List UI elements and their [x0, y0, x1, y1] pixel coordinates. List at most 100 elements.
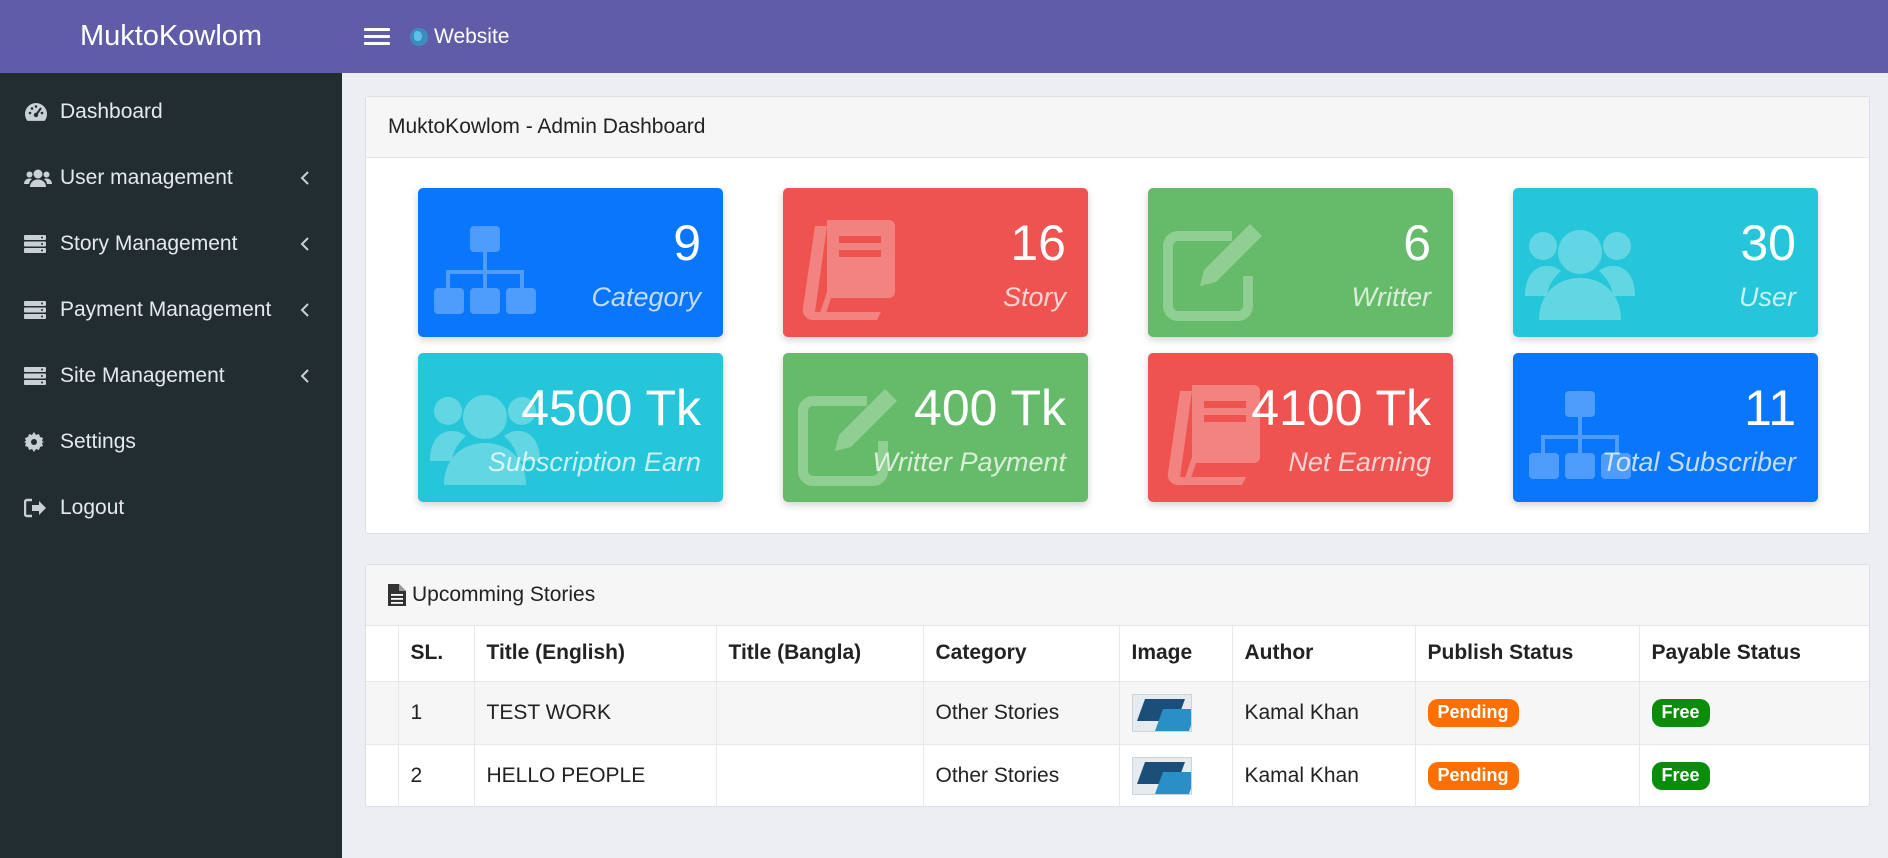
column-header[interactable]: Category — [923, 626, 1120, 681]
website-label: Website — [434, 24, 510, 48]
sidebar-item-label: Site Management — [60, 364, 225, 387]
stat-label: Subscription Earn — [487, 447, 701, 477]
stat-label: Category — [591, 282, 701, 312]
table-header-spacer — [366, 626, 399, 681]
menu-toggle-icon[interactable] — [364, 25, 390, 49]
file-text-icon — [388, 584, 406, 606]
stat-label: Total Subscriber — [1601, 447, 1796, 477]
column-header[interactable]: Payable Status — [1639, 626, 1869, 681]
cell-publish-status: Pending — [1415, 680, 1640, 744]
publish-status-badge: Pending — [1427, 698, 1519, 727]
sidebar-item-payment-management[interactable]: Payment Management — [0, 277, 342, 343]
chevron-left-icon — [298, 298, 312, 322]
stat-value: 4100 Tk — [1251, 380, 1431, 436]
server-icon — [24, 232, 56, 256]
sidebar-item-dashboard[interactable]: Dashboard — [0, 79, 342, 145]
stat-box-story[interactable]: 16 Story — [783, 188, 1088, 337]
table-row[interactable]: 1 TEST WORK Other Stories Kamal Khan Pen… — [366, 680, 1869, 744]
column-header[interactable]: Image — [1119, 626, 1233, 681]
table-row[interactable]: 2 HELLO PEOPLE Other Stories Kamal Khan … — [366, 743, 1869, 807]
table-header-row: SL. Title (English) Title (Bangla) Categ… — [366, 626, 1869, 681]
cell-payable-status: Free — [1639, 680, 1869, 744]
column-header[interactable]: Author — [1232, 626, 1416, 681]
stat-box-net-earning[interactable]: 4100 Tk Net Earning — [1148, 353, 1453, 502]
stat-label: User — [1738, 282, 1796, 312]
chevron-left-icon — [298, 232, 312, 256]
edit-icon — [1163, 224, 1262, 321]
stat-box-category[interactable]: 9 Category — [418, 188, 723, 337]
stat-label: Writter — [1351, 282, 1431, 312]
sign-out-icon — [24, 496, 56, 520]
users-icon — [1525, 230, 1635, 320]
cell-author: Kamal Khan — [1232, 680, 1416, 744]
sidebar-item-user-management[interactable]: User management — [0, 145, 342, 211]
cell-payable-status: Free — [1639, 743, 1869, 807]
top-navbar: Website — [342, 0, 1888, 73]
stat-box-total-subscriber[interactable]: 11 Total Subscriber — [1513, 353, 1818, 502]
sidebar-nav: Dashboard User management Story Manageme… — [0, 79, 342, 541]
users-icon — [24, 166, 56, 190]
cell-category: Other Stories — [923, 743, 1120, 807]
sidebar-item-site-management[interactable]: Site Management — [0, 343, 342, 409]
stat-value: 6 — [1403, 215, 1431, 271]
story-thumbnail[interactable] — [1131, 693, 1192, 732]
stat-label: Net Earning — [1288, 447, 1431, 477]
sidebar-item-story-management[interactable]: Story Management — [0, 211, 342, 277]
brand-logo[interactable]: MuktoKowlom — [0, 0, 342, 73]
column-header[interactable]: Title (Bangla) — [716, 626, 924, 681]
cell-sl: 1 — [398, 680, 475, 744]
sidebar-item-logout[interactable]: Logout — [0, 475, 342, 541]
cell-title-english: HELLO PEOPLE — [474, 743, 717, 807]
payable-status-badge: Free — [1651, 761, 1710, 790]
gear-icon — [24, 430, 56, 454]
sidebar-item-label: Story Management — [60, 232, 238, 255]
cell-title-english: TEST WORK — [474, 680, 717, 744]
stat-box-writter-payment[interactable]: 400 Tk Writter Payment — [783, 353, 1088, 502]
cell-image — [1119, 680, 1233, 744]
stat-box-user[interactable]: 30 User — [1513, 188, 1818, 337]
server-icon — [24, 364, 56, 388]
stat-label: Story — [1002, 282, 1066, 312]
sidebar-item-label: Settings — [60, 430, 136, 453]
website-link[interactable]: Website — [410, 25, 509, 49]
cell-image — [1119, 743, 1233, 807]
sidebar-item-label: Dashboard — [60, 100, 163, 123]
dashboard-card: MuktoKowlom - Admin Dashboard 9 Category… — [365, 96, 1870, 534]
sidebar-item-label: Payment Management — [60, 298, 272, 321]
cell-title-bangla — [716, 680, 924, 744]
stat-value: 9 — [673, 215, 701, 271]
row-spacer — [366, 743, 399, 807]
dashboard-title: MuktoKowlom - Admin Dashboard — [366, 97, 1869, 158]
stats-grid: 9 Category 16 Story 6 Writter 30 User 45… — [366, 158, 1869, 502]
stat-value: 11 — [1744, 380, 1796, 436]
column-header[interactable]: SL. — [398, 626, 475, 681]
stat-label: Writter Payment — [872, 447, 1066, 477]
book-icon — [802, 220, 895, 321]
upcoming-stories-card: Upcomming Stories SL. Title (English) Ti… — [365, 564, 1870, 807]
upcoming-stories-header: Upcomming Stories — [366, 565, 1869, 626]
payable-status-badge: Free — [1651, 698, 1710, 727]
row-spacer — [366, 680, 399, 744]
cell-category: Other Stories — [923, 680, 1120, 744]
cell-author: Kamal Khan — [1232, 743, 1416, 807]
sidebar: MuktoKowlom Dashboard User management St… — [0, 0, 342, 858]
sidebar-item-settings[interactable]: Settings — [0, 409, 342, 475]
upcoming-stories-title: Upcomming Stories — [412, 583, 596, 606]
column-header[interactable]: Title (English) — [474, 626, 717, 681]
stat-box-writter[interactable]: 6 Writter — [1148, 188, 1453, 337]
stat-box-subscription-earn[interactable]: 4500 Tk Subscription Earn — [418, 353, 723, 502]
stat-value: 30 — [1740, 215, 1796, 271]
server-icon — [24, 298, 56, 322]
column-header[interactable]: Publish Status — [1415, 626, 1640, 681]
chevron-left-icon — [298, 166, 312, 190]
cell-title-bangla — [716, 743, 924, 807]
story-thumbnail[interactable] — [1131, 756, 1192, 795]
stories-table: SL. Title (English) Title (Bangla) Categ… — [366, 626, 1869, 807]
stat-value: 400 Tk — [914, 380, 1066, 436]
globe-icon — [410, 27, 428, 46]
cell-sl: 2 — [398, 743, 475, 807]
chevron-left-icon — [298, 364, 312, 388]
stat-value: 4500 Tk — [521, 380, 701, 436]
publish-status-badge: Pending — [1427, 761, 1519, 790]
sidebar-item-label: Logout — [60, 496, 125, 519]
